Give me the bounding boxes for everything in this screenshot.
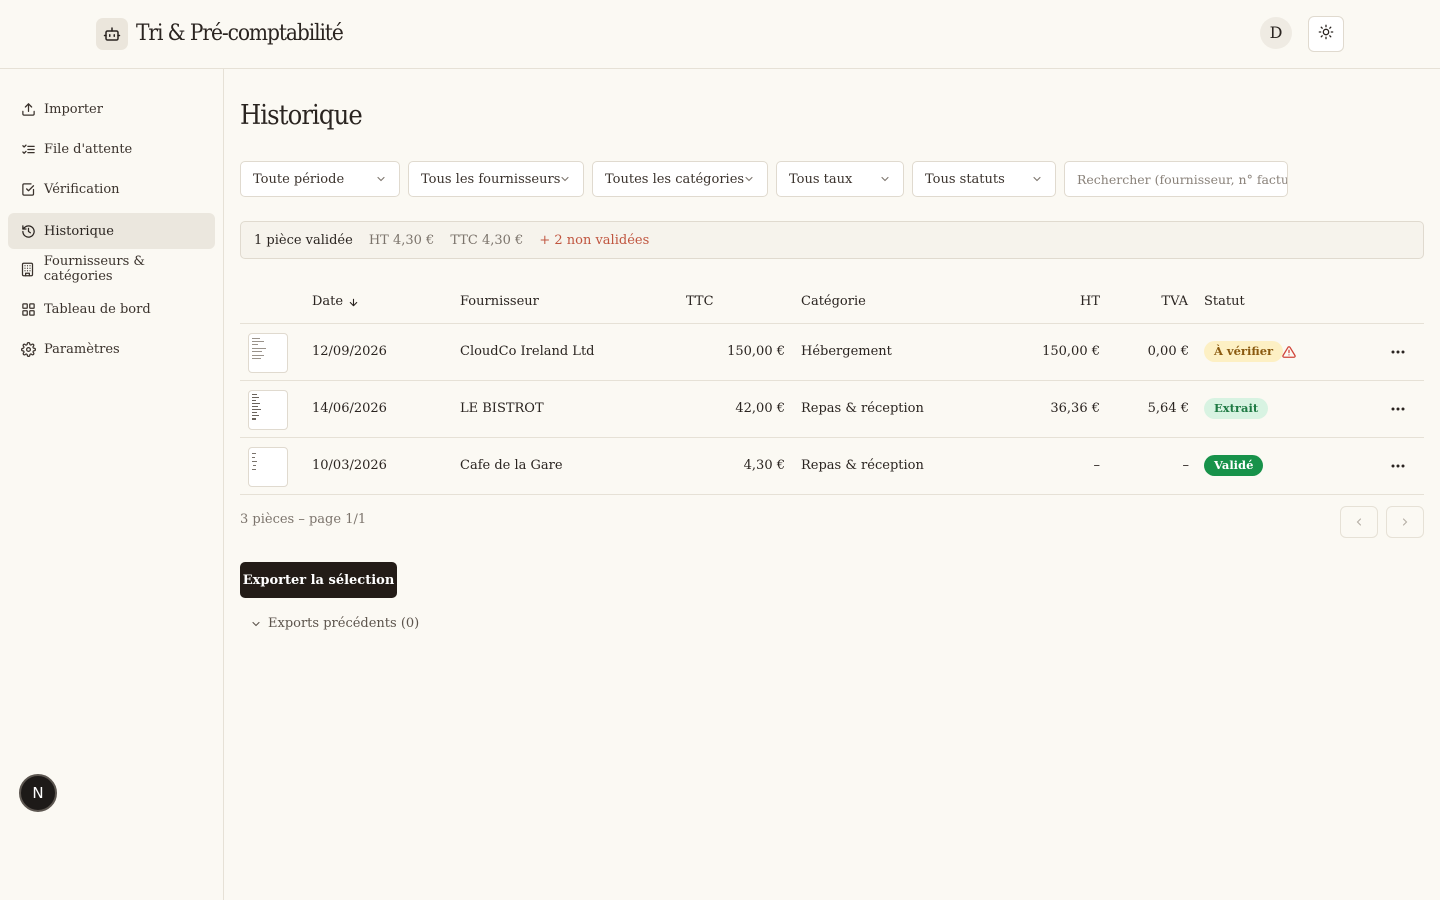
chevron-down-icon (879, 173, 891, 185)
sidebar-item-label: Paramètres (44, 341, 120, 357)
chevron-down-icon (559, 173, 571, 185)
theme-toggle-button[interactable] (1308, 16, 1344, 52)
table-row[interactable]: 14/06/2026 LE BISTROT 42,00 € Repas & ré… (240, 381, 1424, 438)
row-supplier: CloudCo Ireland Ltd (460, 344, 595, 359)
sidebar-item-label: Historique (44, 223, 114, 239)
sidebar-item-dashboard[interactable]: Tableau de bord (8, 291, 215, 327)
checkbox-icon (20, 181, 36, 197)
more-options-icon[interactable] (1388, 344, 1408, 360)
summary-bar: 1 pièce validée HT 4,30 € TTC 4,30 € + 2… (240, 221, 1424, 259)
row-ht: 36,36 € (1050, 401, 1100, 416)
status-badge: Extrait (1204, 398, 1269, 419)
sidebar-item-historique[interactable]: Historique (8, 213, 215, 249)
next-page-button[interactable] (1386, 506, 1424, 538)
rate-filter[interactable]: Tous taux (776, 161, 904, 197)
table-row[interactable]: 12/09/2026 CloudCo Ireland Ltd 150,00 € … (240, 324, 1424, 381)
row-category: Hébergement (801, 344, 892, 359)
robot-icon (96, 18, 128, 50)
chevron-down-icon (250, 618, 262, 630)
app-header: Tri & Pré-comptabilité D (0, 0, 1440, 69)
gear-icon (20, 341, 36, 357)
sidebar-item-label: Fournisseurs & catégories (43, 254, 145, 284)
history-icon (20, 223, 36, 239)
user-avatar[interactable]: D (1260, 17, 1292, 49)
row-category: Repas & réception (801, 458, 924, 473)
chevron-down-icon (375, 173, 387, 185)
column-header-status[interactable]: Statut (1204, 293, 1245, 311)
sidebar-item-queue[interactable]: File d'attente (8, 131, 215, 167)
supplier-filter-value: Tous les fournisseurs (421, 171, 561, 187)
row-ht: – (1093, 458, 1101, 473)
row-tva: 5,64 € (1147, 401, 1189, 416)
list-check-icon (20, 141, 36, 157)
row-ht: 150,00 € (1042, 344, 1100, 359)
status-filter[interactable]: Tous statuts (912, 161, 1056, 197)
column-header-ttc[interactable]: TTC (686, 293, 714, 311)
sidebar-item-label: Tableau de bord (44, 301, 151, 317)
receipt-thumbnail[interactable] (248, 390, 288, 430)
period-filter[interactable]: Toute période (240, 161, 400, 197)
dashboard-icon (20, 301, 36, 317)
sun-icon (1318, 24, 1334, 44)
row-supplier: Cafe de la Gare (460, 458, 563, 473)
rate-filter-value: Tous taux (789, 171, 853, 187)
sidebar-item-verification[interactable]: Vérification (8, 171, 215, 207)
chevron-down-icon (1031, 173, 1043, 185)
row-ttc: 4,30 € (743, 458, 785, 473)
table-row[interactable]: 10/03/2026 Cafe de la Gare 4,30 € Repas … (240, 438, 1424, 495)
column-header-date-label: Date (312, 294, 344, 309)
search-input[interactable] (1064, 161, 1288, 197)
row-date: 12/09/2026 (312, 344, 387, 359)
row-supplier: LE BISTROT (460, 401, 544, 416)
sidebar-item-suppliers[interactable]: Fournisseurs & catégories (8, 251, 215, 287)
status-badge: À vérifier (1204, 341, 1284, 362)
previous-exports-label: Exports précédents (0) (268, 616, 420, 631)
chevron-left-icon (1353, 516, 1365, 528)
sidebar-item-settings[interactable]: Paramètres (8, 331, 215, 367)
app-title: Tri & Pré-comptabilité (136, 21, 344, 46)
arrow-down-icon (348, 297, 359, 308)
row-tva: 0,00 € (1147, 344, 1189, 359)
warning-triangle-icon (1282, 344, 1296, 363)
row-ttc: 42,00 € (735, 401, 785, 416)
upload-icon (20, 101, 36, 117)
pagination-info: 3 pièces – page 1/1 (240, 512, 367, 527)
category-filter-value: Toutes les catégories (605, 171, 745, 187)
column-header-ht[interactable]: HT (1040, 293, 1100, 311)
not-validated-count[interactable]: + 2 non validées (539, 233, 649, 248)
previous-page-button[interactable] (1340, 506, 1378, 538)
receipt-thumbnail[interactable] (248, 447, 288, 487)
supplier-filter[interactable]: Tous les fournisseurs (408, 161, 584, 197)
previous-exports-toggle[interactable]: Exports précédents (0) (250, 616, 419, 631)
page-title: Historique (240, 100, 363, 131)
status-badge: Validé (1204, 455, 1264, 476)
column-header-tva[interactable]: TVA (1128, 293, 1188, 311)
row-category: Repas & réception (801, 401, 924, 416)
status-filter-value: Tous statuts (925, 171, 1005, 187)
sidebar-item-importer[interactable]: Importer (8, 91, 215, 127)
export-selection-button[interactable]: Exporter la sélection (240, 562, 397, 598)
validated-count: 1 pièce validée (254, 232, 353, 248)
chevron-right-icon (1399, 516, 1411, 528)
more-options-icon[interactable] (1388, 401, 1408, 417)
sidebar-item-label: File d'attente (44, 141, 133, 157)
more-options-icon[interactable] (1388, 458, 1408, 474)
row-tva: – (1182, 458, 1190, 473)
column-header-category[interactable]: Catégorie (801, 293, 866, 311)
row-ttc: 150,00 € (727, 344, 785, 359)
column-header-date[interactable]: Date (312, 293, 359, 311)
row-date: 10/03/2026 (312, 458, 387, 473)
category-filter[interactable]: Toutes les catégories (592, 161, 768, 197)
period-filter-value: Toute période (253, 171, 345, 187)
column-header-supplier[interactable]: Fournisseur (460, 293, 539, 311)
receipt-thumbnail[interactable] (248, 333, 288, 373)
row-date: 14/06/2026 (312, 401, 387, 416)
dev-indicator-badge[interactable]: N (19, 774, 57, 812)
chevron-down-icon (743, 173, 755, 185)
sidebar-item-label: Vérification (44, 181, 120, 197)
total-ttc: TTC 4,30 € (450, 232, 524, 248)
sidebar-item-label: Importer (44, 101, 103, 117)
building-icon (20, 261, 36, 277)
total-ht: HT 4,30 € (368, 232, 435, 248)
